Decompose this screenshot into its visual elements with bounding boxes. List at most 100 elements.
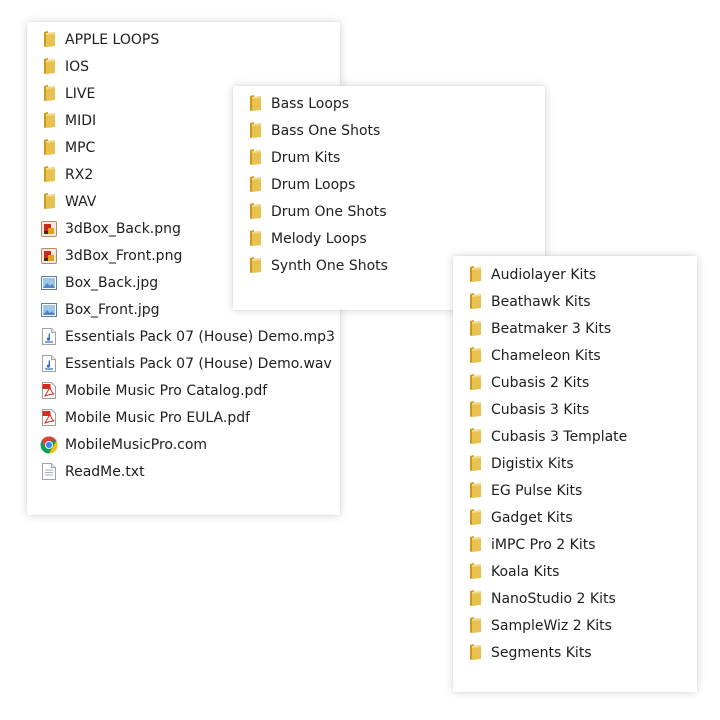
item-label: Beatmaker 3 Kits (491, 320, 612, 337)
folder-icon (466, 320, 484, 338)
folder-icon (40, 112, 58, 130)
item-label: Mobile Music Pro EULA.pdf (65, 409, 251, 426)
folder-icon (40, 193, 58, 211)
item-label: IOS (65, 58, 90, 75)
list-item-digistix-kits[interactable]: Digistix Kits (453, 450, 697, 477)
list-item-apple-loops[interactable]: APPLE LOOPS (27, 26, 340, 53)
folder-icon (466, 428, 484, 446)
list-item-drum-loops[interactable]: Drum Loops (233, 171, 545, 198)
item-label: Beathawk Kits (491, 293, 591, 310)
item-label: Box_Front.jpg (65, 301, 160, 318)
folder-icon (246, 230, 264, 248)
folder-icon (40, 166, 58, 184)
list-item-koala-kits[interactable]: Koala Kits (453, 558, 697, 585)
folder-icon (40, 139, 58, 157)
list-item-beatmaker-3-kits[interactable]: Beatmaker 3 Kits (453, 315, 697, 342)
item-label: MobileMusicPro.com (65, 436, 208, 453)
list-item-essentials-pack-07-house-demo-mp3[interactable]: Essentials Pack 07 (House) Demo.mp3 (27, 323, 340, 350)
folder-icon (466, 401, 484, 419)
list-item-ios[interactable]: IOS (27, 53, 340, 80)
folder-icon (246, 95, 264, 113)
audio-file-icon (40, 355, 58, 373)
folder-icon (466, 617, 484, 635)
folder-icon (466, 347, 484, 365)
folder-icon (246, 149, 264, 167)
item-label: iMPC Pro 2 Kits (491, 536, 596, 553)
png-image-icon (40, 220, 58, 238)
item-label: Mobile Music Pro Catalog.pdf (65, 382, 268, 399)
list-item-drum-kits[interactable]: Drum Kits (233, 144, 545, 171)
list-item-samplewiz-2-kits[interactable]: SampleWiz 2 Kits (453, 612, 697, 639)
list-item-nanostudio-2-kits[interactable]: NanoStudio 2 Kits (453, 585, 697, 612)
item-label: Box_Back.jpg (65, 274, 159, 291)
item-label: Bass One Shots (271, 122, 381, 139)
item-label: MPC (65, 139, 96, 156)
item-label: Drum Kits (271, 149, 341, 166)
list-item-essentials-pack-07-house-demo-wav[interactable]: Essentials Pack 07 (House) Demo.wav (27, 350, 340, 377)
item-label: Cubasis 2 Kits (491, 374, 590, 391)
item-label: Chameleon Kits (491, 347, 601, 364)
list-item-melody-loops[interactable]: Melody Loops (233, 225, 545, 252)
folder-icon (246, 176, 264, 194)
mpc-folder-panel: Audiolayer Kits Beathawk Kits Beatmaker 3 … (453, 256, 697, 692)
item-label: Essentials Pack 07 (House) Demo.mp3 (65, 328, 335, 345)
folder-icon (466, 590, 484, 608)
list-item-readme-txt[interactable]: ReadMe.txt (27, 458, 340, 485)
folder-icon (40, 85, 58, 103)
item-label: Koala Kits (491, 563, 560, 580)
text-file-icon (40, 463, 58, 481)
list-item-audiolayer-kits[interactable]: Audiolayer Kits (453, 261, 697, 288)
folder-icon (40, 58, 58, 76)
item-label: Digistix Kits (491, 455, 574, 472)
item-label: LIVE (65, 85, 96, 102)
list-item-bass-one-shots[interactable]: Bass One Shots (233, 117, 545, 144)
list-item-cubasis-2-kits[interactable]: Cubasis 2 Kits (453, 369, 697, 396)
item-label: Synth One Shots (271, 257, 388, 274)
list-item-mobilemusicpro-com[interactable]: MobileMusicPro.com (27, 431, 340, 458)
list-item-chameleon-kits[interactable]: Chameleon Kits (453, 342, 697, 369)
item-label: Cubasis 3 Kits (491, 401, 590, 418)
list-item-eg-pulse-kits[interactable]: EG Pulse Kits (453, 477, 697, 504)
list-item-drum-one-shots[interactable]: Drum One Shots (233, 198, 545, 225)
item-label: Segments Kits (491, 644, 592, 661)
pdf-icon (40, 409, 58, 427)
folder-icon (466, 509, 484, 527)
folder-icon (40, 31, 58, 49)
list-item-gadget-kits[interactable]: Gadget Kits (453, 504, 697, 531)
item-label: Drum Loops (271, 176, 356, 193)
list-item-bass-loops[interactable]: Bass Loops (233, 90, 545, 117)
folder-icon (466, 644, 484, 662)
item-label: WAV (65, 193, 97, 210)
item-label: Drum One Shots (271, 203, 387, 220)
folder-icon (246, 257, 264, 275)
list-item-mobile-music-pro-catalog-pdf[interactable]: Mobile Music Pro Catalog.pdf (27, 377, 340, 404)
pdf-icon (40, 382, 58, 400)
item-label: Melody Loops (271, 230, 367, 247)
item-label: 3dBox_Back.png (65, 220, 181, 237)
item-label: Cubasis 3 Template (491, 428, 628, 445)
list-item-cubasis-3-kits[interactable]: Cubasis 3 Kits (453, 396, 697, 423)
list-item-impc-pro-2-kits[interactable]: iMPC Pro 2 Kits (453, 531, 697, 558)
item-label: ReadMe.txt (65, 463, 145, 480)
item-label: Bass Loops (271, 95, 350, 112)
mpc-file-list: Audiolayer Kits Beathawk Kits Beatmaker 3 … (453, 261, 697, 666)
item-label: Essentials Pack 07 (House) Demo.wav (65, 355, 332, 372)
wav-file-list: Bass Loops Bass One Shots Drum Kits Drum Lo… (233, 90, 545, 279)
folder-icon (466, 563, 484, 581)
jpg-image-icon (40, 274, 58, 292)
list-item-cubasis-3-template[interactable]: Cubasis 3 Template (453, 423, 697, 450)
list-item-beathawk-kits[interactable]: Beathawk Kits (453, 288, 697, 315)
item-label: Gadget Kits (491, 509, 573, 526)
item-label: MIDI (65, 112, 97, 129)
item-label: Audiolayer Kits (491, 266, 597, 283)
folder-icon (466, 374, 484, 392)
item-label: NanoStudio 2 Kits (491, 590, 616, 607)
jpg-image-icon (40, 301, 58, 319)
folder-icon (246, 203, 264, 221)
list-item-segments-kits[interactable]: Segments Kits (453, 639, 697, 666)
folder-icon (466, 482, 484, 500)
folder-icon (246, 122, 264, 140)
list-item-mobile-music-pro-eula-pdf[interactable]: Mobile Music Pro EULA.pdf (27, 404, 340, 431)
folder-icon (466, 536, 484, 554)
audio-file-icon (40, 328, 58, 346)
